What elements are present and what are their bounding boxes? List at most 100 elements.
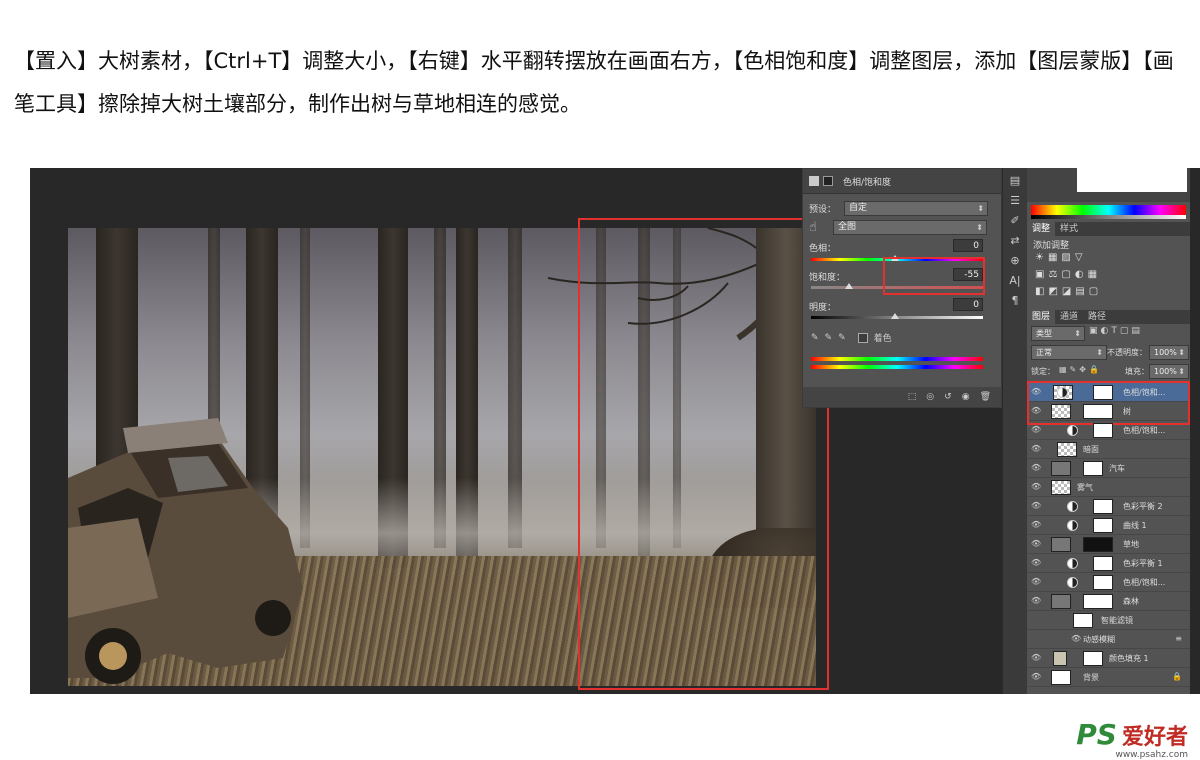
adjustment-layer-icon: [1067, 425, 1078, 436]
eyedropper-plus-icon[interactable]: ✎: [825, 333, 833, 343]
reset-icon[interactable]: ↺: [944, 392, 952, 402]
lightness-slider[interactable]: [891, 313, 899, 319]
trash-icon[interactable]: 🗑: [980, 392, 991, 402]
tab-channels[interactable]: 通道: [1055, 310, 1083, 324]
visibility-eye-icon[interactable]: 👁: [1031, 425, 1041, 434]
fill-input[interactable]: 100%: [1149, 364, 1189, 379]
layer-row[interactable]: 👁 颜色填充 1: [1027, 649, 1190, 668]
visibility-eye-icon[interactable]: 👁: [1031, 444, 1041, 453]
properties-title: 色相/饱和度: [843, 177, 892, 188]
layer-mask-thumbnail[interactable]: [1083, 651, 1103, 666]
channel-select[interactable]: 全图: [833, 220, 987, 235]
clone-source-icon[interactable]: ⊕: [1007, 254, 1023, 268]
layer-row[interactable]: 👁 色彩平衡 1: [1027, 554, 1190, 573]
brush-presets-icon[interactable]: ⇄: [1007, 234, 1023, 248]
layer-row[interactable]: 👁 动感模糊 ≡: [1027, 630, 1190, 649]
tab-styles[interactable]: 样式: [1055, 222, 1083, 236]
visibility-eye-icon[interactable]: 👁: [1031, 539, 1041, 548]
adjustment-icon[interactable]: [809, 176, 819, 186]
watermark-url: www.psahz.com: [1115, 750, 1188, 760]
layer-name: 动感模糊: [1083, 635, 1115, 644]
visibility-eye-icon[interactable]: 👁: [1031, 672, 1041, 681]
layer-row[interactable]: 👁 色相/饱和...: [1027, 573, 1190, 592]
blend-mode-select[interactable]: 正常: [1031, 345, 1107, 360]
color-bar-bottom: [811, 365, 983, 369]
layer-mask-thumbnail[interactable]: [1093, 518, 1113, 533]
photoshop-window: 色相/饱和度 预设： 自定 ☝ 全图 色相： 0 饱和度： -55 明度： 0 …: [30, 168, 1200, 694]
layer-mask-thumbnail[interactable]: [1093, 423, 1113, 438]
visibility-eye-icon[interactable]: 👁: [1031, 520, 1041, 529]
wrecked-car: [68, 418, 303, 684]
color-ramp[interactable]: [1031, 205, 1186, 215]
visibility-eye-icon[interactable]: 👁: [1031, 596, 1041, 605]
colorize-label: 着色: [873, 334, 892, 344]
layer-mask-thumbnail[interactable]: [1093, 556, 1113, 571]
add-adjustment-label: 添加调整: [1033, 241, 1070, 251]
eyedropper-minus-icon[interactable]: ✎: [838, 333, 846, 343]
visibility-eye-icon[interactable]: 👁: [1031, 463, 1041, 472]
layer-mask-thumbnail[interactable]: [1093, 499, 1113, 514]
layer-mask-thumbnail[interactable]: [1083, 461, 1103, 476]
layer-filter-select[interactable]: 类型: [1031, 326, 1085, 341]
layer-row[interactable]: 👁 暗面: [1027, 440, 1190, 459]
layer-name: 背景: [1083, 673, 1099, 682]
layer-name: 颜色填充 1: [1109, 654, 1149, 663]
preset-select[interactable]: 自定: [844, 201, 989, 216]
visibility-eye-icon[interactable]: 👁: [1031, 653, 1041, 662]
visibility-eye-icon[interactable]: 👁: [1031, 501, 1041, 510]
layer-thumbnail: [1051, 537, 1071, 552]
adjustment-layer-icon: [1067, 501, 1078, 512]
layer-row[interactable]: 👁 曲线 1: [1027, 516, 1190, 535]
mask-icon[interactable]: [823, 176, 833, 186]
lightness-input[interactable]: 0: [953, 298, 983, 311]
visibility-eye-icon[interactable]: 👁: [1031, 482, 1041, 491]
filter-eye-icon[interactable]: 👁: [1071, 634, 1081, 643]
layer-mask-thumbnail[interactable]: [1093, 575, 1113, 590]
hand-tool-icon[interactable]: ☝: [809, 220, 827, 235]
layer-row[interactable]: 👁 色相/饱和...: [1027, 421, 1190, 440]
layer-mask-thumbnail[interactable]: [1083, 537, 1113, 552]
lock-icons[interactable]: ▦✎✥🔒: [1059, 365, 1102, 374]
adjustment-icons-row-2[interactable]: ▣⚖▢◐▦: [1035, 269, 1101, 280]
saturation-slider[interactable]: [845, 283, 853, 289]
adjustment-icons-row-3[interactable]: ◧◩◪▤▢: [1035, 286, 1102, 297]
layer-row[interactable]: 👁 背景 🔒: [1027, 668, 1190, 687]
tab-paths[interactable]: 路径: [1083, 310, 1111, 324]
layer-row[interactable]: 👁 森林: [1027, 592, 1190, 611]
clip-to-layer-icon[interactable]: ⬚: [908, 392, 917, 402]
layer-row[interactable]: 👁 雾气: [1027, 478, 1190, 497]
character-icon[interactable]: A|: [1007, 274, 1023, 288]
color-bar-top: [811, 357, 983, 361]
visibility-icon[interactable]: ◉: [962, 392, 970, 402]
tab-adjustments[interactable]: 调整: [1027, 222, 1056, 236]
layer-thumbnail: [1051, 480, 1071, 495]
lightness-label: 明度：: [809, 303, 837, 313]
watermark-text: 爱好者: [1121, 725, 1188, 750]
layer-thumbnail: [1051, 461, 1071, 476]
filter-options-icon[interactable]: ≡: [1175, 634, 1182, 643]
layer-row[interactable]: 智能滤镜: [1027, 611, 1190, 630]
opacity-input[interactable]: 100%: [1149, 345, 1189, 360]
adjustment-icons-row-1[interactable]: ☀▦▨▽: [1035, 252, 1087, 263]
eyedropper-icon[interactable]: ✎: [811, 333, 819, 343]
layer-filter-icons[interactable]: ▣◐T▢▤: [1089, 326, 1143, 336]
layer-row[interactable]: 👁 草地: [1027, 535, 1190, 554]
brush-icon[interactable]: ✐: [1007, 214, 1023, 228]
layer-mask-thumbnail[interactable]: [1083, 594, 1113, 609]
view-previous-icon[interactable]: ◎: [926, 392, 934, 402]
history-icon[interactable]: ▤: [1007, 174, 1023, 188]
watermark-logo: PS: [1076, 718, 1117, 751]
layer-name: 草地: [1123, 540, 1139, 549]
visibility-eye-icon[interactable]: 👁: [1031, 577, 1041, 586]
adjustment-layer-icon: [1067, 558, 1078, 569]
layer-row[interactable]: 👁 色彩平衡 2: [1027, 497, 1190, 516]
layer-row[interactable]: 👁 汽车: [1027, 459, 1190, 478]
properties-icon[interactable]: ☰: [1007, 194, 1023, 208]
hue-input[interactable]: 0: [953, 239, 983, 252]
colorize-checkbox[interactable]: [857, 332, 868, 343]
smart-filter-mask-thumbnail[interactable]: [1073, 613, 1093, 628]
gray-ramp[interactable]: [1031, 215, 1186, 219]
visibility-eye-icon[interactable]: 👁: [1031, 558, 1041, 567]
tab-layers[interactable]: 图层: [1027, 310, 1056, 324]
paragraph-icon[interactable]: ¶: [1007, 294, 1023, 308]
